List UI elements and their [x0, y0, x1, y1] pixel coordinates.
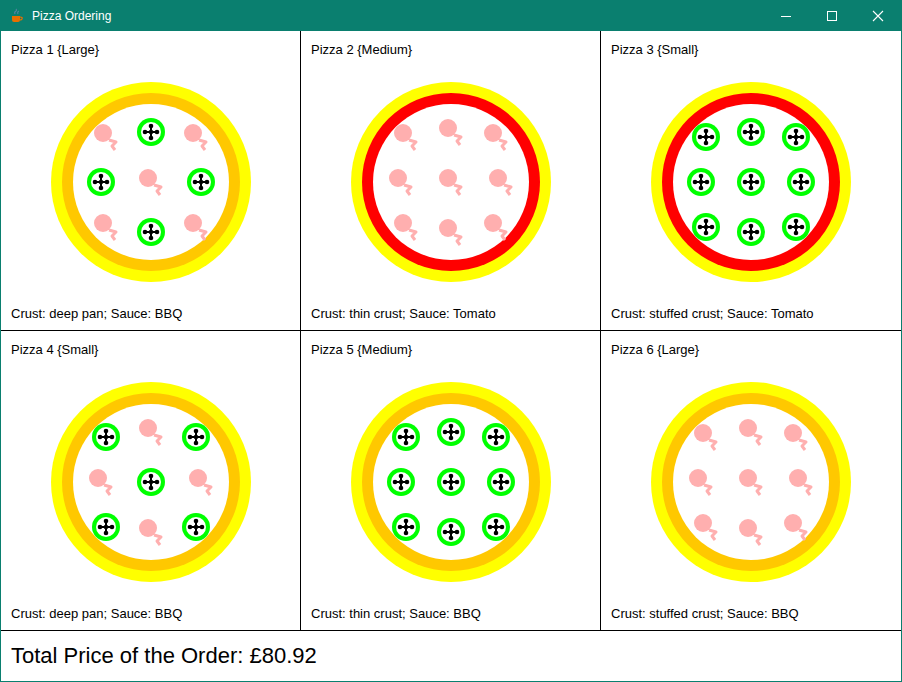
pepper-icon [92, 423, 120, 451]
sauce-ring [62, 393, 240, 571]
pepper-icon [137, 468, 165, 496]
pizza-icon [351, 82, 551, 282]
pepper-icon [737, 118, 765, 146]
pepper-icon [437, 468, 465, 496]
window-title: Pizza Ordering [32, 9, 111, 23]
pizza-panel: Pizza 6 {Large} Crust: stuffed crust; Sau… [601, 331, 901, 631]
maximize-button[interactable] [809, 1, 855, 31]
pepper-icon [392, 423, 420, 451]
prawn-icon [139, 419, 161, 445]
pizza-panel: Pizza 5 {Medium} Crust: thin crust; Sauce… [301, 331, 601, 631]
pizza-description: Crust: stuffed crust; Sauce: Tomato [611, 306, 814, 322]
prawn-icon [89, 469, 111, 495]
pepper-icon [737, 168, 765, 196]
pepper-icon [482, 423, 510, 451]
pepper-icon [482, 513, 510, 541]
pepper-icon [137, 118, 165, 146]
pizza-label: Pizza 1 {Large} [11, 42, 99, 58]
pepper-icon [737, 218, 765, 246]
prawn-icon [689, 469, 711, 495]
pepper-icon [692, 123, 720, 151]
prawn-icon [184, 214, 206, 240]
sauce-ring [62, 93, 240, 271]
maximize-icon [826, 10, 838, 22]
prawn-icon [489, 169, 511, 195]
pepper-icon [687, 168, 715, 196]
pizza-icon [651, 382, 851, 582]
pepper-icon [487, 468, 515, 496]
sauce-ring [362, 93, 540, 271]
pizza-icon [651, 82, 851, 282]
pizza-panel: Pizza 2 {Medium} Crust: thin crust; Sauce… [301, 31, 601, 331]
prawn-icon [789, 469, 811, 495]
pepper-icon [182, 423, 210, 451]
prawn-icon [784, 424, 806, 450]
prawn-icon [94, 124, 116, 150]
prawn-icon [139, 169, 161, 195]
pizza-panel: Pizza 1 {Large} Crust: deep pan; Sauce: B… [1, 31, 301, 331]
pizza-grid: Pizza 1 {Large} Crust: deep pan; Sauce: B… [1, 31, 901, 631]
pizza-icon [351, 382, 551, 582]
prawn-icon [94, 214, 116, 240]
prawn-icon [189, 469, 211, 495]
prawn-icon [484, 124, 506, 150]
pizza-label: Pizza 3 {Small} [611, 42, 698, 58]
sauce-ring [662, 393, 840, 571]
prawn-icon [389, 169, 411, 195]
pepper-icon [92, 513, 120, 541]
pizza-description: Crust: stuffed crust; Sauce: BBQ [611, 606, 799, 622]
sauce-ring [362, 393, 540, 571]
prawn-icon [484, 214, 506, 240]
pizza-icon [51, 382, 251, 582]
pizza-label: Pizza 4 {Small} [11, 342, 98, 358]
prawn-icon [439, 169, 461, 195]
pepper-icon [182, 513, 210, 541]
prawn-icon [394, 124, 416, 150]
total-price: Total Price of the Order: £80.92 [1, 631, 901, 681]
pepper-icon [437, 418, 465, 446]
close-button[interactable] [855, 1, 901, 31]
minimize-icon [780, 10, 792, 22]
pepper-icon [782, 123, 810, 151]
java-cup-icon [9, 8, 25, 24]
pizza-description: Crust: thin crust; Sauce: BBQ [311, 606, 481, 622]
prawn-icon [184, 124, 206, 150]
window: Pizza Ordering Pizza 1 {Large} Crust: deep… [0, 0, 902, 682]
pizza-description: Crust: thin crust; Sauce: Tomato [311, 306, 496, 322]
pizza-description: Crust: deep pan; Sauce: BBQ [11, 606, 182, 622]
prawn-icon [439, 119, 461, 145]
prawn-icon [739, 469, 761, 495]
pizza-description: Crust: deep pan; Sauce: BBQ [11, 306, 182, 322]
pepper-icon [692, 213, 720, 241]
pepper-icon [187, 168, 215, 196]
pizza-label: Pizza 5 {Medium} [311, 342, 412, 358]
prawn-icon [694, 424, 716, 450]
pizza-icon [51, 82, 251, 282]
pepper-icon [782, 213, 810, 241]
pizza-panel: Pizza 3 {Small} Crust: stuffed crust; Sau… [601, 31, 901, 331]
pepper-icon [387, 468, 415, 496]
prawn-icon [439, 219, 461, 245]
sauce-ring [662, 93, 840, 271]
pepper-icon [437, 518, 465, 546]
pizza-panel: Pizza 4 {Small} Crust: deep pan; Sauce: B… [1, 331, 301, 631]
prawn-icon [394, 214, 416, 240]
pepper-icon [87, 168, 115, 196]
minimize-button[interactable] [763, 1, 809, 31]
close-icon [872, 10, 884, 22]
prawn-icon [739, 519, 761, 545]
pizza-label: Pizza 6 {Large} [611, 342, 699, 358]
prawn-icon [694, 514, 716, 540]
pizza-label: Pizza 2 {Medium} [311, 42, 412, 58]
pepper-icon [137, 218, 165, 246]
pepper-icon [787, 168, 815, 196]
title-bar: Pizza Ordering [1, 1, 901, 31]
pepper-icon [392, 513, 420, 541]
prawn-icon [784, 514, 806, 540]
prawn-icon [739, 419, 761, 445]
prawn-icon [139, 519, 161, 545]
